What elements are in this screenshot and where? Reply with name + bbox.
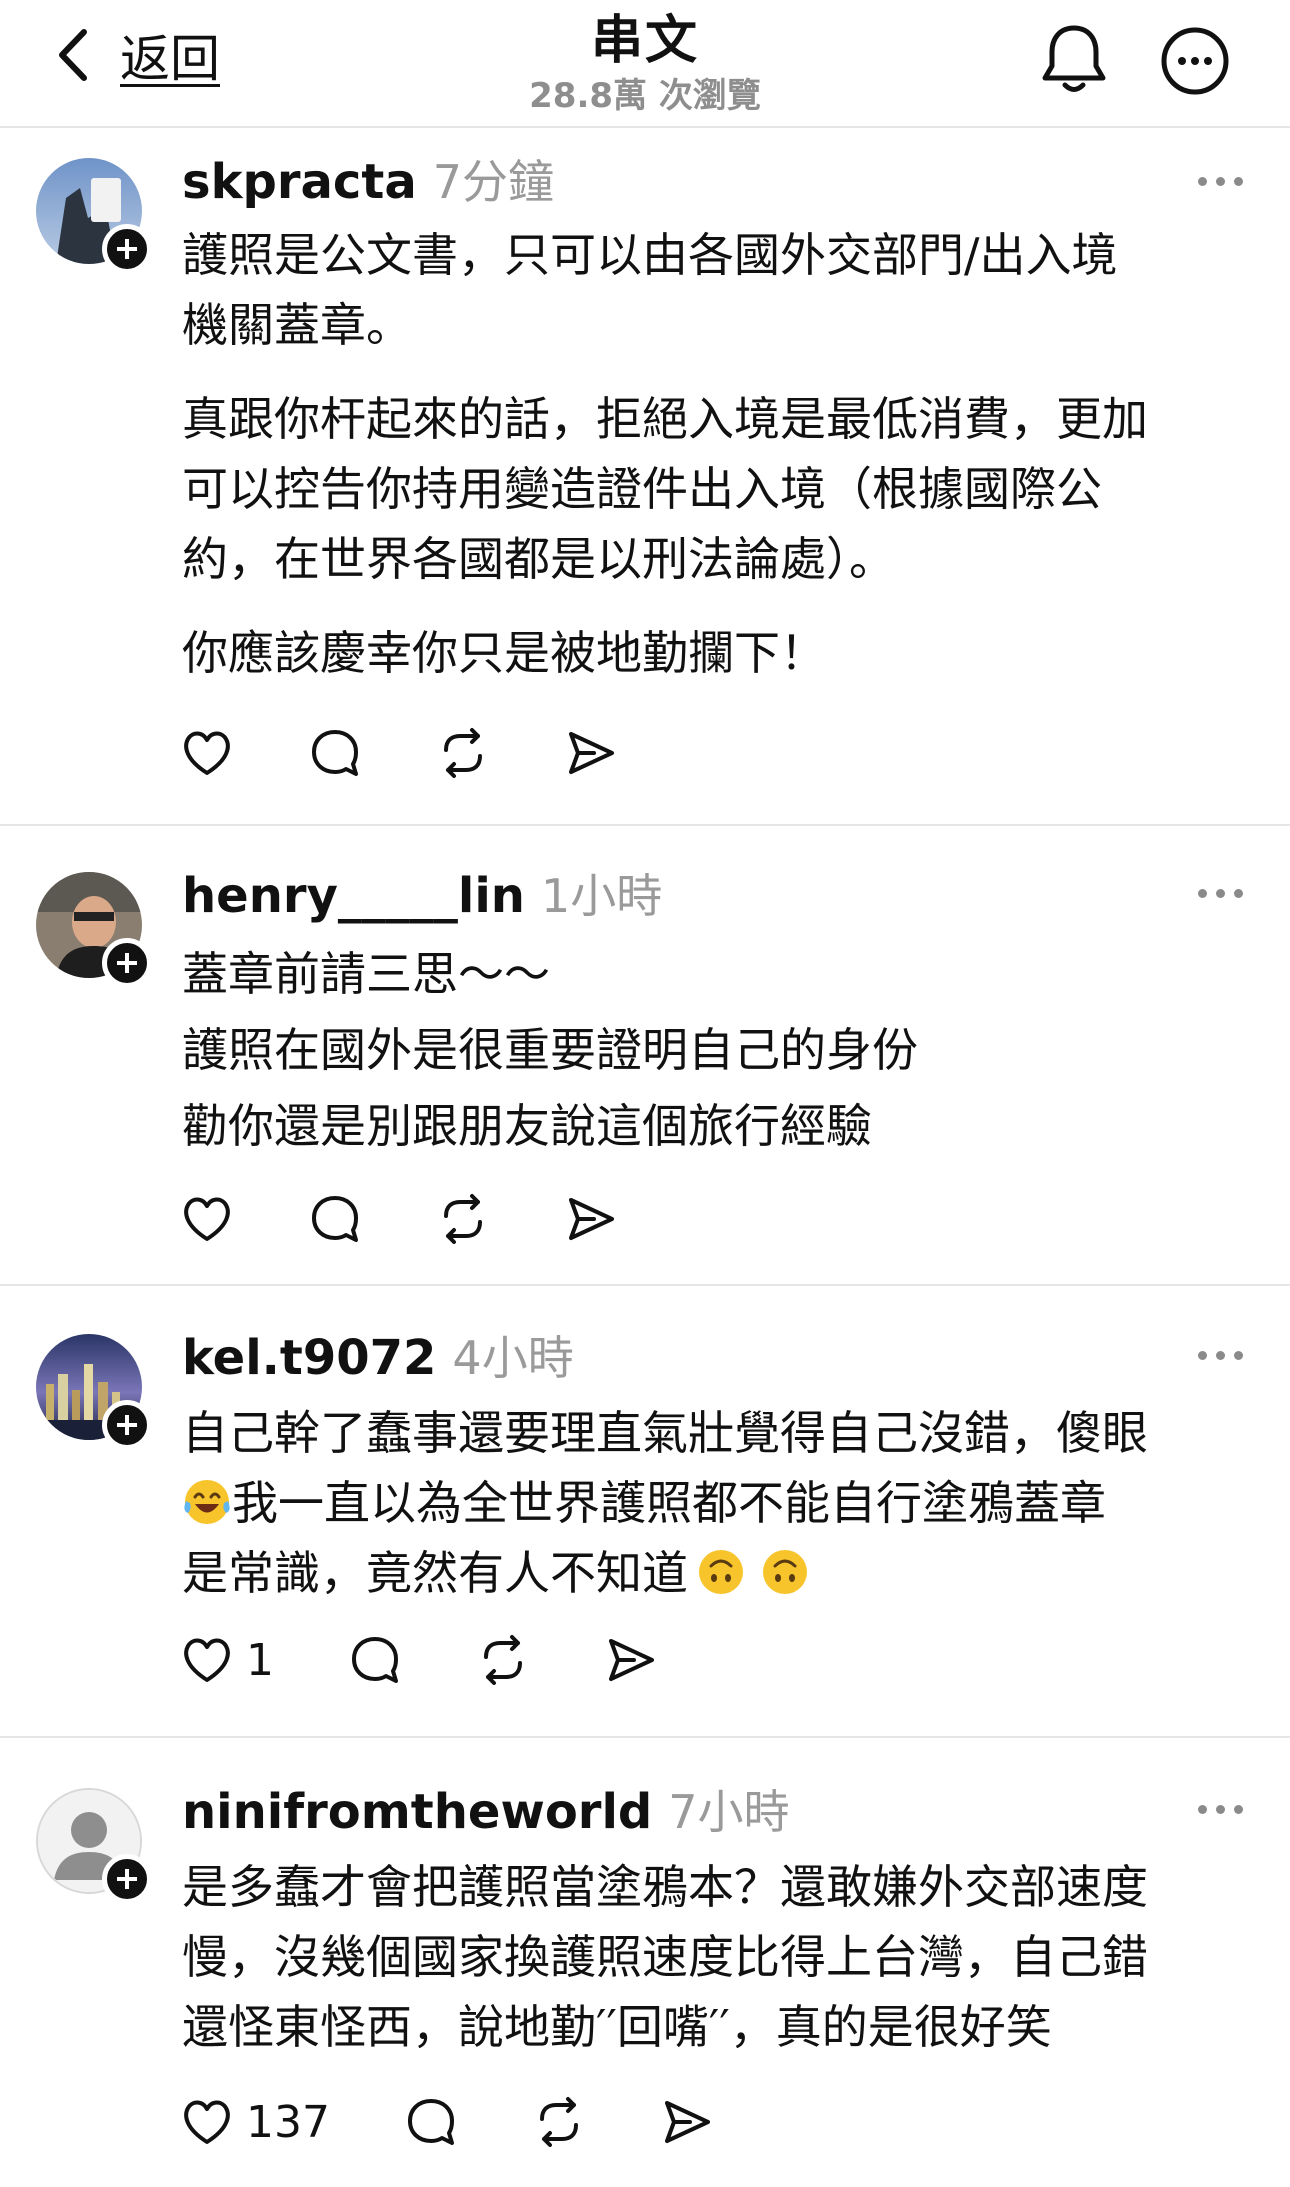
text-line: 還怪東怪西，說地勤′′回嘴′′，真的是很好笑 [182, 2000, 1052, 2054]
like-button[interactable] [180, 1192, 234, 1246]
follow-plus-icon[interactable] [102, 1400, 152, 1450]
paragraph: 真跟你杆起來的話，拒絕入境是最低消費，更加 可以控告你持用變造證件出入境（根據國… [182, 384, 1262, 594]
action-bar [180, 723, 692, 783]
post-meta: kel.t9072 4小時 [182, 1322, 574, 1392]
post-meta: ninifromtheworld 7小時 [182, 1776, 790, 1846]
share-button[interactable] [604, 1633, 658, 1687]
upside-down-face-icon [763, 1550, 807, 1594]
repost-icon [484, 1635, 522, 1685]
paragraph: 護照是公文書，只可以由各國外交部門/出入境 機關蓋章。 [182, 220, 1262, 360]
share-icon [664, 2101, 710, 2143]
comment-icon [407, 2099, 454, 2145]
paragraph: 蓋章前請三思～～ 護照在國外是很重要證明自己的身份 勸你還是別跟朋友說這個旅行經… [182, 936, 1262, 1164]
upside-down-face-icon [699, 1550, 743, 1594]
post-meta: skpracta 7分鐘 [182, 146, 554, 216]
heart-icon [184, 1638, 230, 1682]
text-line: 可以控告你持用變造證件出入境（根據國際公 [182, 462, 1102, 516]
text-line: 我一直以為全世界護照都不能自行塗鴉蓋章 [232, 1476, 1106, 1530]
like-button[interactable]: 1 [180, 1633, 274, 1687]
text-line: 自己幹了蠢事還要理直氣壯覺得自己沒錯，傻眼 [182, 1406, 1148, 1460]
comment-button[interactable] [404, 2095, 458, 2149]
paragraph: 自己幹了蠢事還要理直氣壯覺得自己沒錯，傻眼 我一直以為全世界護照都不能自行塗鴉蓋… [182, 1398, 1262, 1608]
like-button[interactable] [180, 726, 234, 780]
reply-post: ninifromtheworld 7小時 是多蠢才會把護照當塗鴉本？還敢嫌外交部… [0, 1738, 1290, 2187]
like-button[interactable]: 137 [180, 2095, 330, 2149]
comment-icon [352, 1637, 398, 1683]
share-button[interactable] [564, 726, 618, 780]
timestamp: 1小時 [540, 869, 663, 923]
post-text: 蓋章前請三思～～ 護照在國外是很重要證明自己的身份 勸你還是別跟朋友說這個旅行經… [182, 936, 1262, 1188]
text-line: 慢，沒幾個國家換護照速度比得上台灣，自己錯 [182, 1930, 1148, 1984]
text-line: 約，在世界各國都是以刑法論處）。 [182, 532, 895, 586]
heart-icon [184, 1197, 230, 1241]
post-meta: henry_____lin 1小時 [182, 860, 662, 930]
action-bar: 1 [180, 1630, 732, 1690]
comment-button[interactable] [308, 726, 362, 780]
text-line: 護照在國外是很重要證明自己的身份 [182, 1023, 918, 1077]
comment-button[interactable] [348, 1633, 402, 1687]
more-circle-icon[interactable] [1160, 26, 1230, 96]
follow-plus-icon[interactable] [102, 224, 152, 274]
repost-button[interactable] [476, 1633, 530, 1687]
more-dots-icon[interactable] [1196, 1340, 1246, 1370]
username[interactable]: kel.t9072 [182, 1330, 436, 1386]
comment-button[interactable] [308, 1192, 362, 1246]
paragraph: 是多蠢才會把護照當塗鴉本？還敢嫌外交部速度 慢，沒幾個國家換護照速度比得上台灣，… [182, 1852, 1262, 2062]
text-line: 真跟你杆起來的話，拒絕入境是最低消費，更加 [182, 392, 1148, 446]
paragraph: 你應該慶幸你只是被地勤攔下！ [182, 618, 1262, 688]
text-line: 是常識，竟然有人不知道 [182, 1546, 688, 1600]
username[interactable]: skpracta [182, 154, 417, 210]
reply-post: skpracta 7分鐘 護照是公文書，只可以由各國外交部門/出入境 機關蓋章。… [0, 128, 1290, 826]
action-bar [180, 1189, 692, 1249]
heart-icon [184, 2100, 230, 2144]
follow-plus-icon[interactable] [102, 938, 152, 988]
post-text: 是多蠢才會把護照當塗鴉本？還敢嫌外交部速度 慢，沒幾個國家換護照速度比得上台灣，… [182, 1852, 1262, 2086]
repost-icon [539, 2097, 578, 2147]
like-count: 1 [246, 1634, 274, 1686]
action-bar: 137 [180, 2092, 788, 2152]
reply-post: kel.t9072 4小時 自己幹了蠢事還要理直氣壯覺得自己沒錯，傻眼 我一直以… [0, 1286, 1290, 1738]
more-dots-icon[interactable] [1196, 166, 1246, 196]
username[interactable]: henry_____lin [182, 868, 525, 924]
comment-icon [312, 730, 358, 776]
share-button[interactable] [660, 2095, 714, 2149]
top-bar: 返回 串文 28.8萬 次瀏覽 [0, 0, 1290, 128]
repost-icon [444, 728, 482, 778]
share-icon [569, 732, 614, 774]
share-icon [609, 1639, 654, 1681]
repost-button[interactable] [436, 1192, 490, 1246]
text-line: 護照是公文書，只可以由各國外交部門/出入境 [182, 228, 1118, 282]
bell-icon[interactable] [1040, 22, 1108, 98]
repost-button[interactable] [532, 2095, 586, 2149]
follow-plus-icon[interactable] [102, 1854, 152, 1904]
repost-icon [444, 1194, 482, 1244]
post-text: 護照是公文書，只可以由各國外交部門/出入境 機關蓋章。 真跟你杆起來的話，拒絕入… [182, 220, 1262, 712]
timestamp: 7小時 [668, 1785, 790, 1839]
reply-post: henry_____lin 1小時 蓋章前請三思～～ 護照在國外是很重要證明自己… [0, 826, 1290, 1286]
timestamp: 7分鐘 [432, 155, 554, 209]
repost-button[interactable] [436, 726, 490, 780]
more-dots-icon[interactable] [1196, 878, 1246, 908]
post-text: 自己幹了蠢事還要理直氣壯覺得自己沒錯，傻眼 我一直以為全世界護照都不能自行塗鴉蓋… [182, 1398, 1262, 1632]
text-line: 是多蠢才會把護照當塗鴉本？還敢嫌外交部速度 [182, 1860, 1148, 1914]
heart-icon [184, 731, 230, 775]
text-line: 勸你還是別跟朋友說這個旅行經驗 [182, 1099, 872, 1153]
like-count: 137 [246, 2096, 330, 2148]
text-line: 機關蓋章。 [182, 298, 412, 352]
comment-icon [312, 1196, 358, 1242]
text-line: 蓋章前請三思～～ [182, 947, 550, 1001]
username[interactable]: ninifromtheworld [182, 1784, 652, 1840]
face-with-tears-of-joy-icon [184, 1480, 230, 1524]
share-button[interactable] [564, 1192, 618, 1246]
share-icon [569, 1198, 614, 1240]
text-line: 你應該慶幸你只是被地勤攔下！ [182, 626, 826, 680]
timestamp: 4小時 [452, 1331, 574, 1385]
more-dots-icon[interactable] [1196, 1794, 1246, 1824]
